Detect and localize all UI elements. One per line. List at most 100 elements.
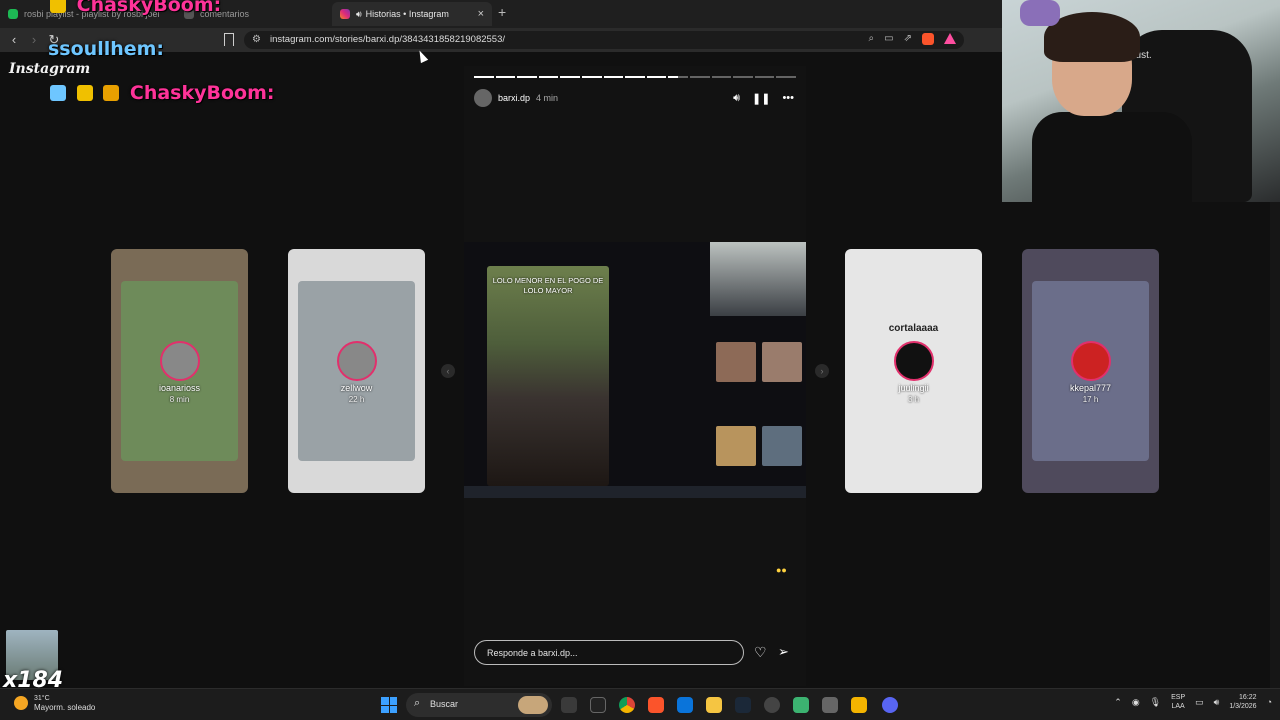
video-caption: LOLO MENOR EN EL POGO DE LOLO MAYOR [492, 276, 604, 295]
streamer-shirt [1032, 112, 1192, 202]
emoji-sticker-icon: ●● [776, 565, 787, 575]
chat-message: ChaskyBoom: [50, 82, 274, 104]
more-options-icon[interactable]: ••• [782, 92, 794, 105]
zoom-icon[interactable]: ⌕ [869, 33, 875, 45]
system-tray: ⌃ ◉ 🎙︎ ESP LAA ▭ 🔊︎ 16:22 1/3/2026 ◔ [1114, 693, 1272, 711]
settings-icon[interactable] [822, 697, 838, 713]
embedded-taskbar [464, 486, 806, 498]
notifications-icon[interactable]: ◔ [1267, 697, 1272, 707]
avatar [336, 341, 377, 381]
chat-username: ssoullhem: [48, 38, 165, 60]
speaker-icon: 🔊︎ [356, 8, 362, 19]
story-progress-segment [474, 76, 494, 78]
instagram-icon [340, 9, 350, 19]
story-progress-segment [603, 76, 624, 78]
reply-input[interactable] [487, 646, 727, 660]
story-preview-juulingii[interactable]: cortalaaaa juulingii 3 h [845, 249, 982, 493]
steam-icon[interactable] [735, 697, 751, 713]
volume-icon[interactable]: 🔊︎ [1214, 697, 1220, 708]
tab-historias-instagram[interactable]: 🔊︎ Historias • Instagram × [332, 2, 492, 26]
plush-toy [1020, 0, 1060, 26]
number-badge-icon [103, 85, 120, 101]
share-icon[interactable]: ⇗ [904, 33, 912, 45]
avatar[interactable] [474, 89, 492, 107]
epic-games-icon[interactable] [590, 697, 606, 713]
network-icon[interactable]: ▭ [1195, 697, 1204, 708]
launcher-icon[interactable] [793, 697, 809, 713]
chevron-up-icon[interactable]: ⌃ [1114, 697, 1122, 708]
crown-badge-icon [50, 0, 66, 13]
sword-badge-icon [50, 85, 66, 101]
url-text: instagram.com/stories/barxi.dp/384343185… [270, 34, 506, 45]
story-progress-segment [689, 76, 710, 78]
new-tab-button[interactable]: + [498, 4, 506, 20]
bookmark-icon[interactable] [224, 33, 234, 46]
volume-icon[interactable]: 🔊︎ [733, 92, 740, 105]
app-icon[interactable] [851, 697, 867, 713]
active-story[interactable]: barxi.dp 4 min 🔊︎ ❚❚ ••• LOLO MENOR EN E… [464, 66, 806, 686]
brave-icon[interactable] [648, 697, 664, 713]
embedded-thumbnail [762, 342, 802, 382]
weather-widget[interactable]: 31°C Mayorm. soleado [14, 694, 95, 712]
chat-username: ChaskyBoom: [129, 82, 275, 104]
store-icon[interactable] [677, 697, 693, 713]
controller-icon[interactable]: ◉ [1132, 697, 1140, 708]
reply-box[interactable] [474, 640, 744, 665]
embedded-thumbnail [716, 342, 756, 382]
site-settings-icon[interactable]: ⚙︎ [252, 34, 261, 45]
discord-icon[interactable] [882, 697, 898, 713]
clock-date: 1/3/2026 [1229, 703, 1257, 710]
previous-story-button[interactable]: ‹ [441, 364, 455, 378]
avatar [159, 341, 200, 381]
microphone-icon[interactable]: 🎙︎ [1150, 697, 1161, 708]
taskbar-search[interactable]: ⌕ Buscar [406, 693, 552, 717]
story-username[interactable]: barxi.dp [498, 93, 530, 103]
story-preview-ioanarioss[interactable]: ioanarioss 8 min [111, 249, 248, 493]
streamer-webcam: GXTrust. [1002, 0, 1280, 202]
cast-icon[interactable]: ▭ [884, 33, 893, 45]
brave-rewards-icon[interactable] [944, 33, 956, 44]
crown-badge-icon [76, 85, 93, 101]
gpu-app-icon[interactable] [764, 697, 780, 713]
brave-shields-icon[interactable] [922, 33, 934, 45]
search-highlight-image [518, 696, 548, 714]
keyboard-layout: LAA [1171, 703, 1185, 710]
story-progress-segment [711, 76, 732, 78]
language-code: ESP [1171, 694, 1186, 701]
story-preview-zellwow[interactable]: zellwow 22 h [288, 249, 425, 493]
address-bar[interactable]: ⚙︎ instagram.com/stories/barxi.dp/384343… [244, 31, 964, 49]
windows-start-icon[interactable] [381, 697, 397, 713]
chat-message: ChaskyBoom: [50, 0, 221, 16]
preview-time: 3 h [907, 395, 920, 404]
search-label: Buscar [430, 699, 459, 709]
language-indicator[interactable]: ESP LAA [1171, 693, 1185, 711]
back-icon[interactable]: ‹ [6, 32, 22, 47]
embedded-thumbnail [762, 426, 802, 466]
address-bar-actions: ⌕ ▭ ⇗ [869, 33, 956, 45]
task-view-icon[interactable] [561, 697, 577, 713]
like-heart-icon[interactable]: ♡ [754, 644, 767, 661]
chrome-icon[interactable] [619, 697, 635, 713]
story-progress-segment [625, 76, 645, 78]
avatar [1070, 341, 1111, 381]
forward-icon[interactable]: › [26, 32, 42, 47]
story-progress-segment [560, 76, 580, 78]
file-explorer-icon[interactable] [706, 697, 722, 713]
tab-label: Historias • Instagram [365, 9, 449, 19]
story-header: barxi.dp 4 min 🔊︎ ❚❚ ••• [474, 88, 794, 108]
preview-time: 8 min [169, 395, 190, 404]
story-progress-bars [474, 76, 796, 78]
next-story-button[interactable]: › [815, 364, 829, 378]
pause-icon[interactable]: ❚❚ [752, 92, 770, 105]
instagram-logo: Instagram [9, 61, 91, 77]
send-icon[interactable]: ➢ [778, 644, 789, 660]
story-progress-segment [733, 76, 753, 78]
preview-username: zellwow [340, 383, 373, 393]
close-tab-icon[interactable]: × [468, 8, 484, 20]
preview-time: 22 h [348, 395, 365, 404]
story-progress-segment [581, 76, 602, 78]
chat-username: ChaskyBoom: [76, 0, 222, 16]
story-preview-kkepal777[interactable]: kkepal777 17 h [1022, 249, 1159, 493]
clock[interactable]: 16:22 1/3/2026 [1229, 693, 1256, 711]
windows-taskbar: 31°C Mayorm. soleado ⌕ Buscar ⌃ ◉ 🎙︎ ESP [0, 688, 1280, 720]
